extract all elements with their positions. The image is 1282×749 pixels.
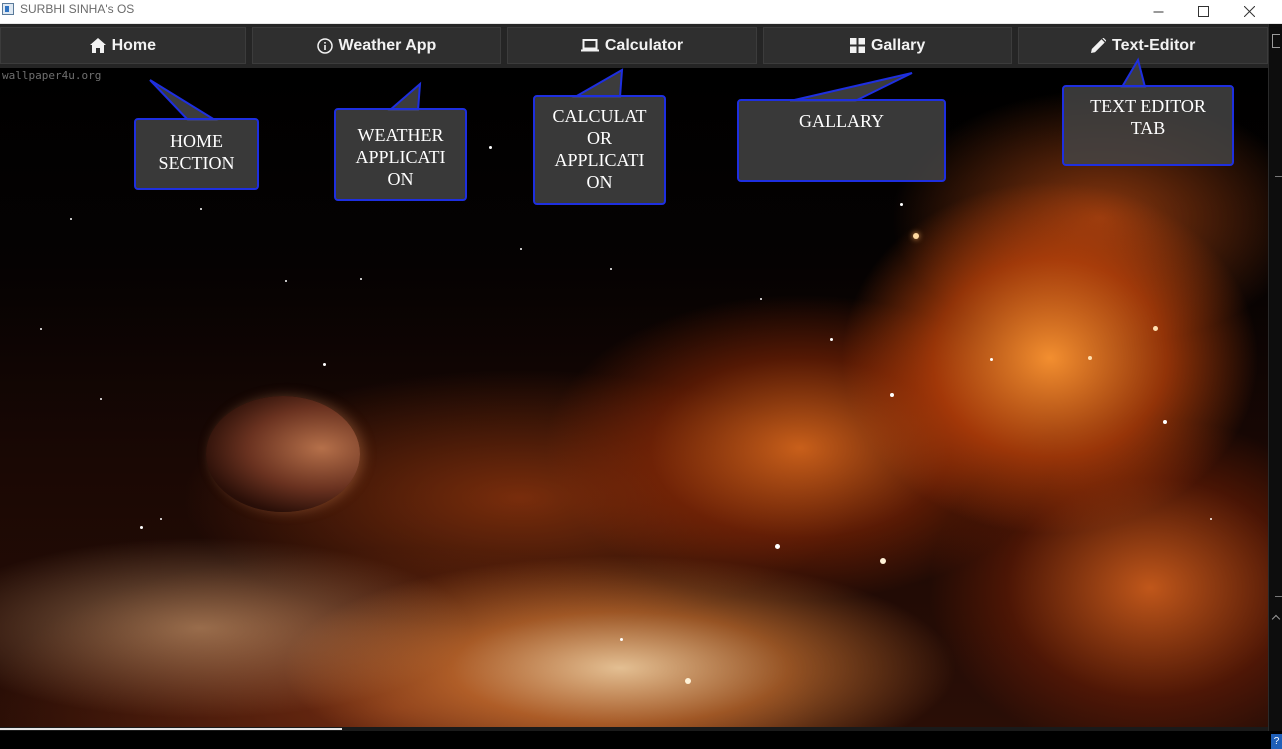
home-icon	[89, 38, 106, 53]
star	[760, 298, 762, 300]
moon-planet	[206, 396, 360, 512]
star	[913, 233, 919, 239]
star	[1088, 356, 1092, 360]
weather-callout: WEATHER APPLICATI ON	[334, 108, 467, 201]
calculator-callout: CALCULAT OR APPLICATI ON	[533, 95, 666, 205]
gallery-callout: GALLARY	[737, 99, 946, 182]
tab-gallary[interactable]: Gallary	[762, 27, 1013, 64]
tab-home-label: Home	[111, 36, 157, 54]
calculator-callout-text: CALCULAT OR APPLICATI ON	[552, 106, 647, 192]
tab-weather-app[interactable]: Weather App	[251, 27, 502, 64]
bracket-mark	[1272, 34, 1280, 48]
star	[285, 280, 287, 282]
star	[160, 518, 162, 520]
tab-text-editor[interactable]: Text-Editor	[1018, 27, 1268, 64]
star	[1153, 326, 1158, 331]
window-titlebar: SURBHI SINHA's OS	[0, 0, 1282, 24]
star	[70, 218, 72, 220]
laptop-icon	[580, 39, 599, 52]
tab-weather-label: Weather App	[338, 36, 437, 54]
star	[890, 393, 894, 397]
maximize-icon	[1197, 6, 1209, 17]
star	[1210, 518, 1212, 520]
home-callout-text: HOME SECTION	[158, 131, 235, 173]
maximize-button[interactable]	[1180, 0, 1226, 23]
star	[200, 208, 202, 210]
star	[685, 678, 691, 684]
tab-calculator-label: Calculator	[604, 36, 684, 54]
star	[360, 278, 362, 280]
wallpaper-watermark: wallpaper4u.org	[2, 69, 102, 82]
star	[140, 526, 143, 529]
home-callout: HOME SECTION	[134, 118, 259, 190]
star	[610, 268, 612, 270]
help-badge-icon[interactable]: ?	[1271, 734, 1282, 749]
minimize-button[interactable]	[1135, 0, 1181, 23]
tab-home[interactable]: Home	[0, 27, 246, 64]
star	[775, 544, 780, 549]
star	[323, 363, 326, 366]
star	[40, 328, 42, 330]
edge-tick	[1275, 596, 1282, 597]
tab-text-editor-label: Text-Editor	[1112, 36, 1196, 54]
star	[489, 146, 492, 149]
star	[990, 358, 993, 361]
grid-icon	[849, 38, 865, 53]
weather-callout-text: WEATHER APPLICATI ON	[355, 125, 446, 189]
text-editor-callout: TEXT EDITOR TAB	[1062, 85, 1234, 166]
right-edge-strip: ?	[1268, 24, 1282, 749]
close-icon	[1243, 6, 1255, 17]
text-editor-callout-text: TEXT EDITOR TAB	[1090, 96, 1206, 138]
info-icon	[316, 37, 333, 54]
bottom-divider	[0, 727, 1268, 731]
star	[520, 248, 522, 250]
pencil-icon	[1091, 38, 1107, 53]
minimize-icon	[1153, 11, 1163, 13]
chevron-up-icon[interactable]	[1271, 614, 1281, 624]
star	[620, 638, 623, 641]
edge-tick	[1275, 176, 1282, 177]
tab-calculator[interactable]: Calculator	[507, 27, 757, 64]
gallery-callout-text: GALLARY	[799, 111, 884, 131]
star	[830, 338, 833, 341]
window-title: SURBHI SINHA's OS	[20, 2, 135, 16]
star	[880, 558, 886, 564]
star	[100, 398, 102, 400]
close-button[interactable]	[1226, 0, 1272, 23]
star	[900, 203, 903, 206]
star	[1163, 420, 1167, 424]
nav-bar: Home Weather App Calculator Gallary Text…	[0, 24, 1268, 68]
tab-gallary-label: Gallary	[870, 36, 926, 54]
app-icon	[2, 3, 14, 15]
